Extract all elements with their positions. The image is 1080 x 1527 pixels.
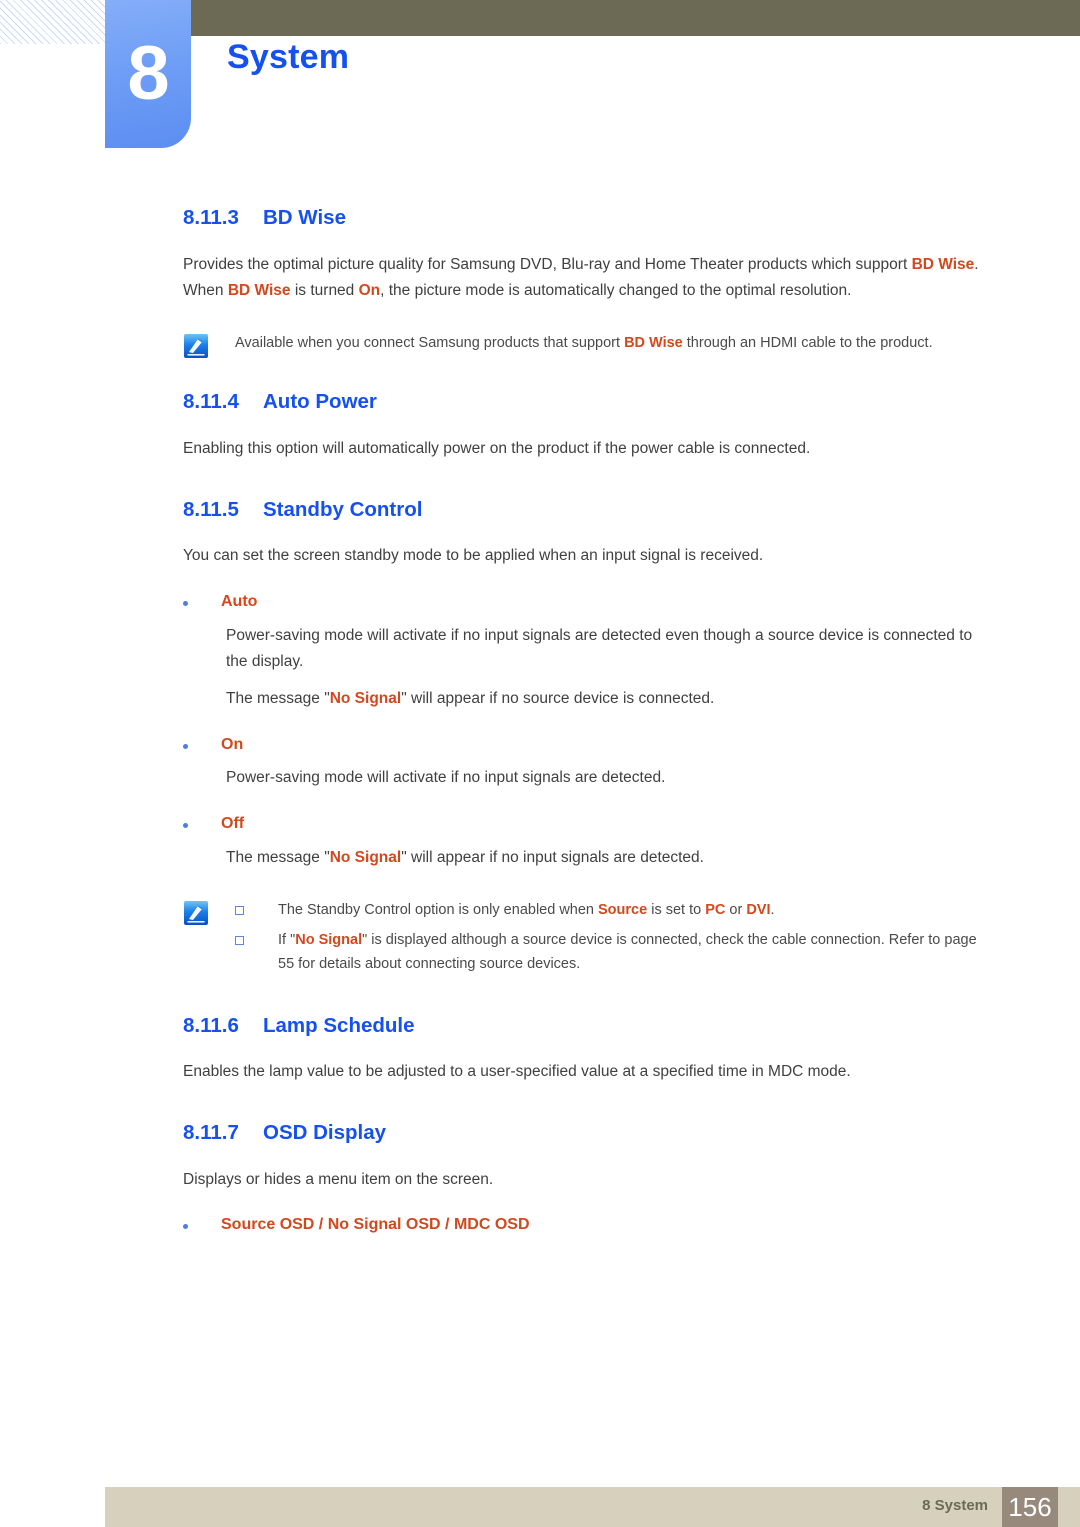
note-sub-text: The Standby Control option is only enabl… bbox=[278, 901, 775, 918]
footer-chapter-label: 8 System bbox=[922, 1497, 988, 1514]
bullet-dot-icon bbox=[183, 823, 188, 829]
bullet-description: Power-saving mode will activate if no in… bbox=[226, 623, 993, 713]
section-heading: 8.11.7 OSD Display bbox=[183, 1120, 993, 1147]
section-paragraph: Displays or hides a menu item on the scr… bbox=[183, 1170, 494, 1188]
note-body: The Standby Control option is only enabl… bbox=[235, 898, 993, 983]
emphasis-text: DVI bbox=[746, 901, 771, 918]
bullet-dot-icon bbox=[183, 743, 188, 749]
emphasis-text: BD Wise bbox=[911, 255, 975, 273]
section-paragraph: Enables the lamp value to be adjusted to… bbox=[183, 1063, 851, 1081]
document-page: 8 System 8.11.3 BD Wise Provides the optim… bbox=[0, 0, 1080, 1527]
chapter-number: 8 bbox=[127, 31, 169, 116]
note-sub-item: The Standby Control option is only enabl… bbox=[235, 898, 993, 922]
emphasis-text: On bbox=[358, 282, 381, 300]
bullet-label: Auto bbox=[221, 592, 258, 610]
section-heading: 8.11.5 Standby Control bbox=[183, 497, 993, 524]
note-block: Available when you connect Samsung produ… bbox=[183, 331, 993, 359]
section-number: 8.11.4 bbox=[183, 390, 239, 414]
section-title: Auto Power bbox=[263, 390, 377, 414]
section-heading: 8.11.3 BD Wise bbox=[183, 205, 993, 232]
bullet-label: Source OSD / No Signal OSD / MDC OSD bbox=[221, 1216, 530, 1234]
section-paragraph: Enabling this option will automatically … bbox=[183, 439, 811, 457]
section-number: 8.11.6 bbox=[183, 1013, 239, 1037]
square-bullet-icon bbox=[235, 935, 244, 945]
bullet-label: On bbox=[221, 735, 244, 753]
emphasis-text: PC bbox=[705, 901, 726, 918]
section: 8.11.3 BD Wise Provides the optimal pictur… bbox=[183, 205, 993, 359]
section-paragraph: You can set the screen standby mode to b… bbox=[183, 547, 764, 565]
footer-page-number: 156 bbox=[1002, 1487, 1058, 1527]
section-heading: 8.11.4 Auto Power bbox=[183, 389, 993, 416]
note-pencil-icon bbox=[183, 900, 209, 926]
section-title: Lamp Schedule bbox=[263, 1013, 415, 1037]
bullet-item: Source OSD / No Signal OSD / MDC OSD bbox=[183, 1215, 993, 1236]
emphasis-text: No Signal OSD bbox=[327, 1216, 441, 1234]
bullet-description: The message "No Signal" will appear if n… bbox=[226, 845, 993, 872]
emphasis-text: MDC OSD bbox=[453, 1216, 530, 1234]
note-sub-text: If "No Signal" is displayed although a s… bbox=[278, 931, 977, 973]
chapter-number-tab: 8 bbox=[105, 0, 191, 148]
section-number: 8.11.3 bbox=[183, 206, 239, 229]
note-body: Available when you connect Samsung produ… bbox=[235, 331, 993, 359]
note-sub-item: If "No Signal" is displayed although a s… bbox=[235, 928, 993, 977]
emphasis-text: BD Wise bbox=[227, 282, 291, 300]
note-block: The Standby Control option is only enabl… bbox=[183, 898, 993, 983]
bullet-item: Auto bbox=[183, 592, 993, 613]
section-number: 8.11.7 bbox=[183, 1120, 239, 1144]
emphasis-text: Source OSD bbox=[221, 1216, 315, 1234]
emphasis-text: Source bbox=[598, 901, 648, 918]
bullet-dot-icon bbox=[183, 600, 188, 606]
square-bullet-icon bbox=[235, 905, 244, 915]
emphasis-text: No Signal bbox=[295, 931, 363, 948]
section-title: OSD Display bbox=[263, 1120, 387, 1144]
note-text: Available when you connect Samsung produ… bbox=[235, 334, 933, 351]
bullet-label: Off bbox=[221, 815, 245, 833]
bullet-description-line: Power-saving mode will activate if no in… bbox=[226, 626, 973, 671]
section-paragraph: Provides the optimal picture quality for… bbox=[183, 255, 979, 300]
section: 8.11.7 OSD Display Displays or hides a men… bbox=[183, 1120, 993, 1236]
bullet-description: Power-saving mode will activate if no in… bbox=[226, 765, 993, 792]
emphasis-text: No Signal bbox=[329, 848, 402, 866]
section: 8.11.4 Auto Power Enabling this option wil… bbox=[183, 389, 993, 462]
sections-container: 8.11.3 BD Wise Provides the optimal pictur… bbox=[183, 205, 993, 1236]
page-content: 8.11.3 BD Wise Provides the optimal pictur… bbox=[183, 205, 993, 1246]
bullet-description-line: Power-saving mode will activate if no in… bbox=[226, 769, 666, 787]
section: 8.11.5 Standby Control You can set the scr… bbox=[183, 497, 993, 983]
section-title: Standby Control bbox=[263, 497, 423, 521]
bullet-item: On bbox=[183, 735, 993, 756]
emphasis-text: No Signal bbox=[329, 690, 402, 708]
emphasis-text: BD Wise bbox=[624, 334, 683, 351]
bullet-item: Off bbox=[183, 814, 993, 835]
section-title: BD Wise bbox=[263, 206, 346, 229]
note-pencil-icon bbox=[183, 333, 209, 359]
bullet-dot-icon bbox=[183, 1224, 188, 1230]
bullet-description-line: The message "No Signal" will appear if n… bbox=[226, 848, 704, 866]
chapter-title: System bbox=[227, 38, 350, 76]
bullet-description-line: The message "No Signal" will appear if n… bbox=[226, 690, 715, 708]
section-number: 8.11.5 bbox=[183, 497, 239, 521]
hatch-decoration bbox=[0, 0, 106, 44]
section-heading: 8.11.6 Lamp Schedule bbox=[183, 1013, 993, 1040]
chapter-olive-bar bbox=[191, 0, 1080, 36]
section: 8.11.6 Lamp Schedule Enables the lamp valu… bbox=[183, 1013, 993, 1086]
